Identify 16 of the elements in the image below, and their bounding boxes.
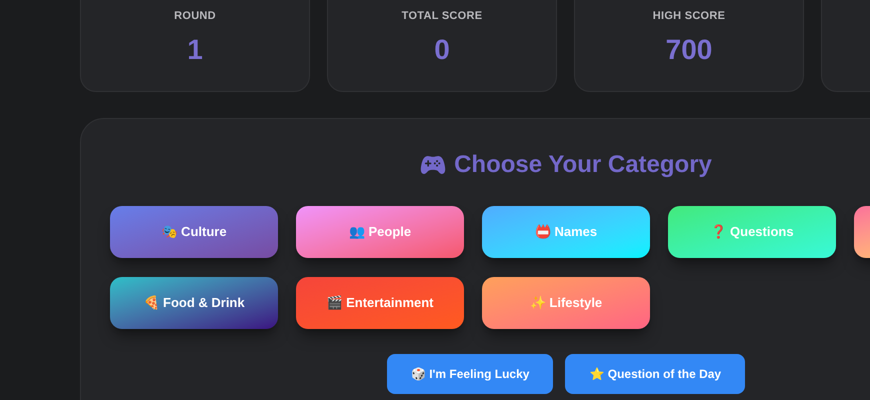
- panel-title: Choose Your Category: [454, 153, 712, 177]
- category-button[interactable]: 👥 People: [296, 206, 464, 258]
- category-button[interactable]: ❓ Questions: [668, 206, 836, 258]
- stat-label: ROUND: [174, 11, 216, 22]
- category-button[interactable]: 🎭 Culture: [110, 206, 278, 258]
- stat-label: TOTAL SCORE: [402, 11, 482, 22]
- stat-label: HIGH SCORE: [652, 11, 726, 22]
- action-button[interactable]: ⭐ Question of the Day: [565, 354, 746, 394]
- category-button[interactable]: ✨ Lifestyle: [482, 277, 650, 329]
- stat-value: 1: [187, 36, 203, 64]
- category-button[interactable]: 🎬 Entertainment: [296, 277, 464, 329]
- stat-value: 700: [666, 36, 712, 64]
- category-button[interactable]: 🍕 Food & Drink: [110, 277, 278, 329]
- stat-value: 0: [434, 36, 450, 64]
- category-button[interactable]: 📛 Names: [482, 206, 650, 258]
- action-button[interactable]: 🎲 I'm Feeling Lucky: [386, 354, 554, 394]
